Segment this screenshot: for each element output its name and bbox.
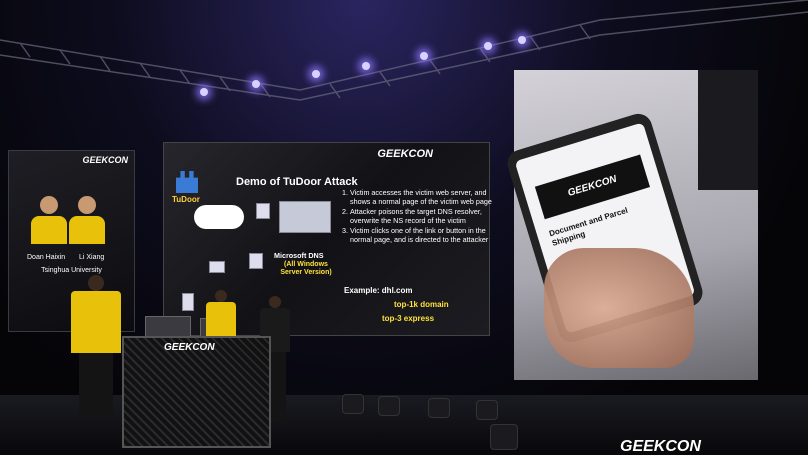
stage-light	[312, 70, 320, 78]
stage-light-fixture	[490, 424, 518, 450]
domain-rank-label: top-1k domain	[394, 300, 449, 309]
cloud-icon	[194, 205, 244, 229]
stage-light	[200, 88, 208, 96]
stage-light-fixture	[378, 396, 400, 416]
stage-light	[252, 80, 260, 88]
conference-stage-photo: GEEKCON Doan Haixin Li Xiang Tsinghua Un…	[0, 0, 808, 455]
speaker-portrait	[69, 196, 105, 244]
stage-light	[420, 52, 428, 60]
attack-step: Attacker poisons the target DNS resolver…	[350, 207, 496, 225]
laptop	[145, 316, 191, 338]
stage-light-fixture	[342, 394, 364, 414]
attack-step: Victim clicks one of the link or button …	[350, 227, 496, 244]
dns-label: Microsoft DNS	[274, 251, 324, 260]
stage-light-fixture	[428, 398, 450, 418]
router-icon	[209, 261, 225, 273]
castle-icon	[176, 171, 198, 193]
center-screen-logo: GEEKCON	[377, 148, 433, 160]
stage-logo: GEEKCON	[620, 438, 701, 455]
speaker-portrait	[31, 196, 67, 244]
podium-logo: GEEKCON	[164, 342, 215, 353]
server-icon	[256, 203, 270, 219]
brand-label: TuDoor	[172, 195, 200, 204]
stage-light	[518, 36, 526, 44]
attack-step: Victim accesses the victim web server, a…	[350, 188, 496, 206]
speaker-affiliation: Tsinghua University	[41, 267, 102, 274]
slide-title: Demo of TuDoor Attack	[236, 176, 358, 188]
presenter	[68, 275, 124, 415]
attack-steps-list: Victim accesses the victim web server, a…	[340, 188, 496, 247]
stage-light	[362, 62, 370, 70]
phone-icon	[182, 293, 194, 311]
example-label: Example: dhl.com	[344, 286, 413, 295]
screen-background-panel	[698, 70, 758, 190]
podium: GEEKCON	[122, 336, 271, 448]
speaker-name-left: Doan Haixin	[27, 254, 66, 261]
stage-light-fixture	[476, 400, 498, 420]
dns-version-label: (All Windows Server Version)	[280, 261, 332, 276]
webpage-thumbnail	[279, 201, 331, 233]
server-icon	[249, 253, 263, 269]
left-screen-logo: GEEKCON	[82, 155, 128, 165]
hand	[544, 248, 694, 368]
express-rank-label: top-3 express	[382, 314, 435, 323]
speaker-name-right: Li Xiang	[79, 254, 105, 261]
presenter	[204, 290, 238, 336]
stage-light	[484, 42, 492, 50]
